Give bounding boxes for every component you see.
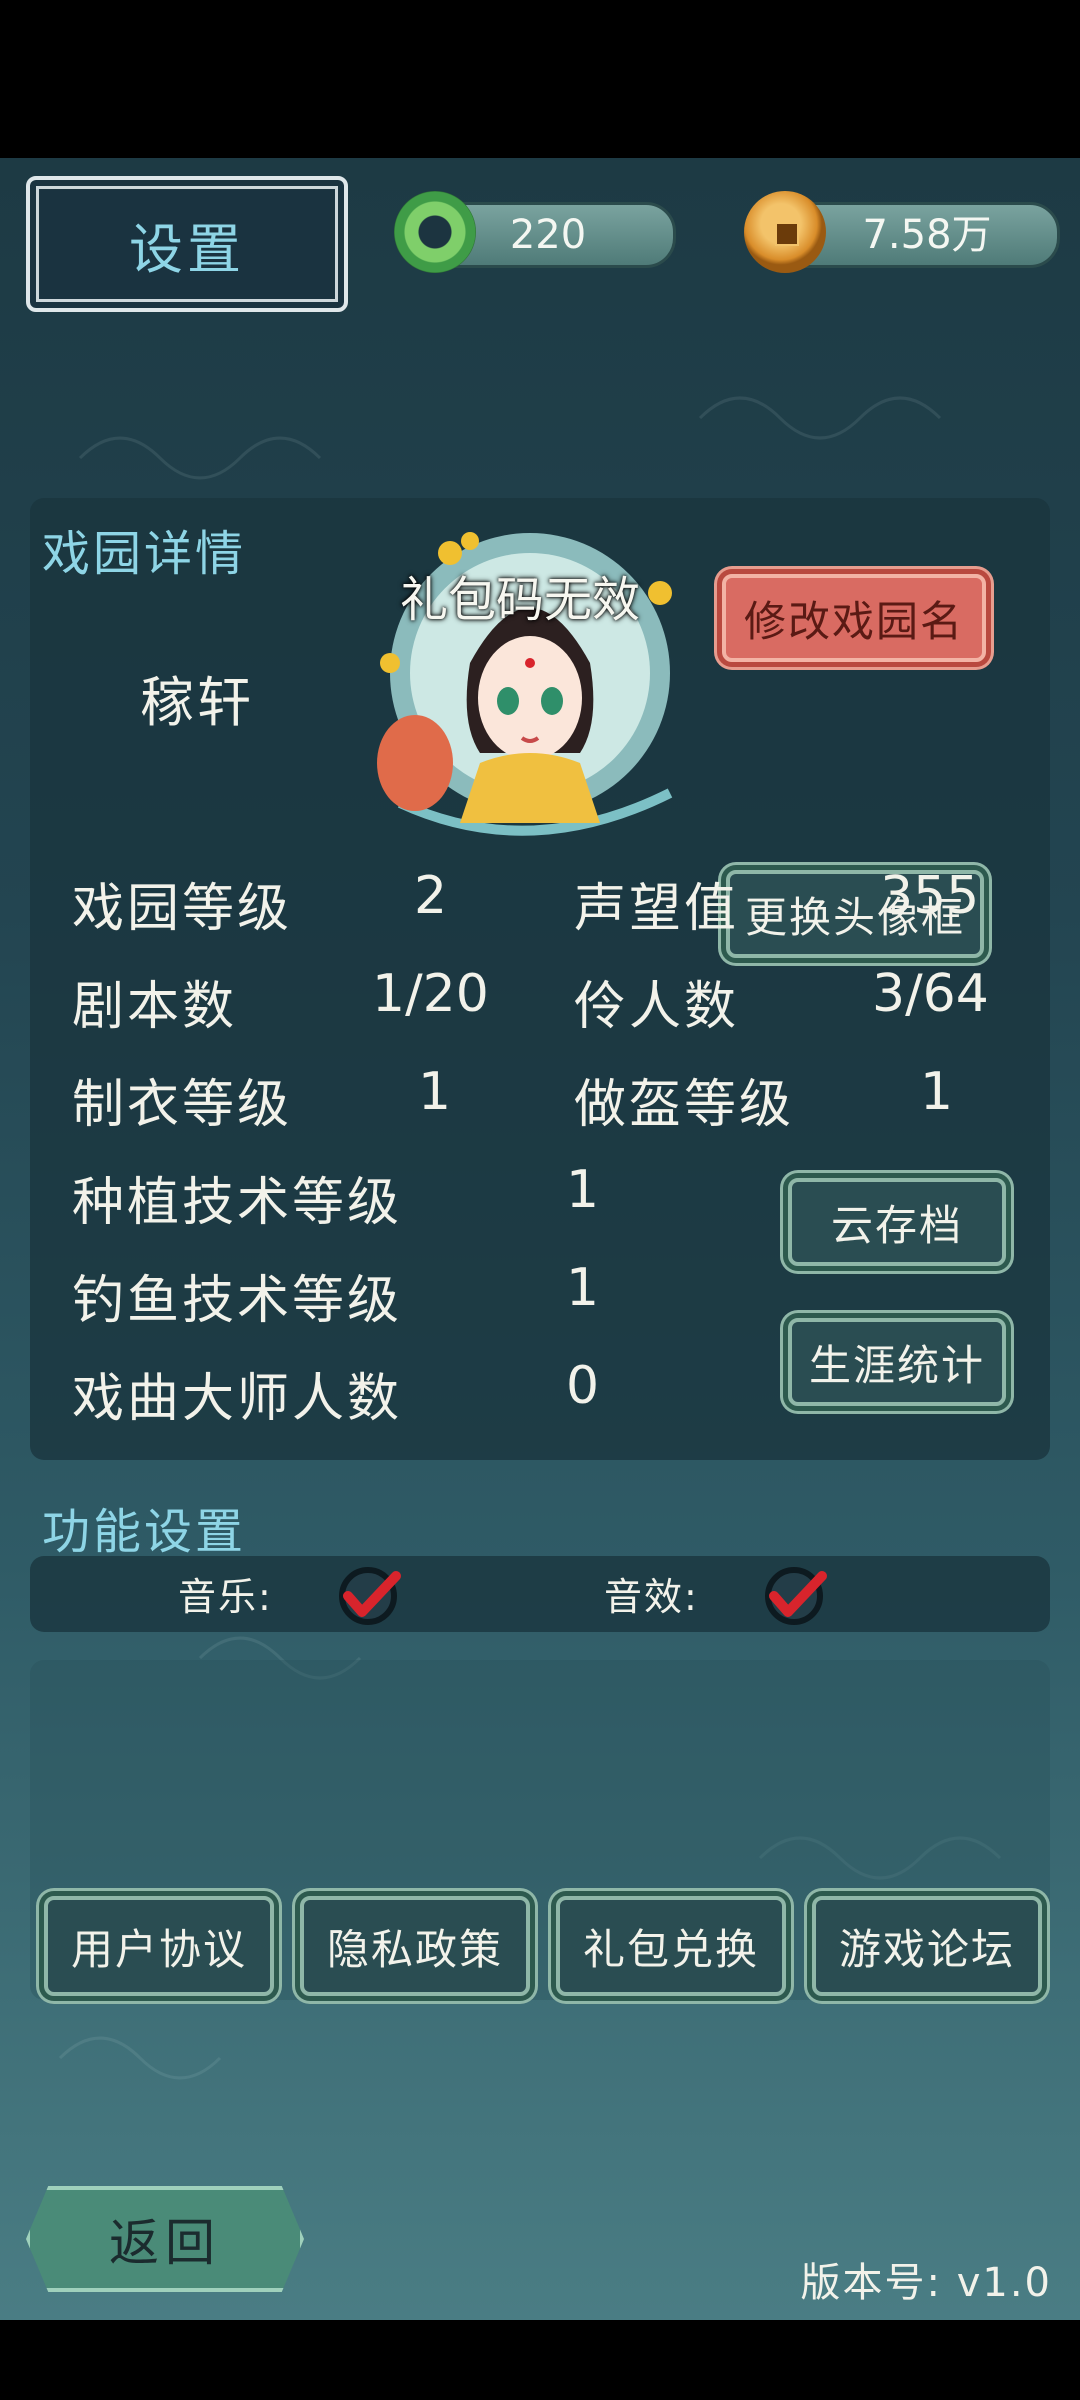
stat-value-reputation: 355 xyxy=(880,866,980,926)
stat-label-scripts: 剧本数 xyxy=(72,977,238,1037)
career-stats-button[interactable]: 生涯统计 xyxy=(788,1318,1006,1406)
stat-value-helmet-level: 1 xyxy=(920,1062,954,1122)
garden-name: 稼轩 xyxy=(140,671,254,734)
coin-count: 7.58万 xyxy=(862,212,992,258)
back-button[interactable]: 返回 xyxy=(26,2186,304,2292)
stat-label-opera-masters: 戏曲大师人数 xyxy=(72,1369,403,1429)
function-settings-title: 功能设置 xyxy=(42,1504,247,1560)
settings-screen: 设置 220 7.58万 戏园详情 稼轩 礼包码无效 修改戏园名 更换头像框 戏… xyxy=(0,158,1080,2320)
stat-label-reputation: 声望值 xyxy=(574,879,740,939)
music-toggle-checkbox[interactable] xyxy=(334,1556,408,1630)
stat-value-scripts: 1/20 xyxy=(372,964,489,1024)
stat-label-fishing-level: 钓鱼技术等级 xyxy=(72,1271,403,1331)
stat-label-actors: 伶人数 xyxy=(574,977,740,1037)
stat-value-opera-masters: 0 xyxy=(566,1356,600,1416)
stat-label-helmet-level: 做盔等级 xyxy=(574,1075,795,1135)
stat-value-fishing-level: 1 xyxy=(566,1258,600,1318)
stat-label-planting-level: 种植技术等级 xyxy=(72,1173,403,1233)
stat-value-actors: 3/64 xyxy=(872,964,989,1024)
music-label: 音乐: xyxy=(178,1575,273,1619)
jade-ring-icon xyxy=(394,191,476,273)
gift-redeem-button[interactable]: 礼包兑换 xyxy=(556,1896,786,1996)
stat-value-planting-level: 1 xyxy=(566,1160,600,1220)
stat-label-tailoring-level: 制衣等级 xyxy=(72,1075,293,1135)
copper-coin-icon xyxy=(744,191,826,273)
privacy-policy-button[interactable]: 隐私政策 xyxy=(300,1896,530,1996)
sfx-label: 音效: xyxy=(604,1575,699,1619)
user-agreement-button[interactable]: 用户协议 xyxy=(44,1896,274,1996)
stat-value-tailoring-level: 1 xyxy=(418,1062,452,1122)
stat-label-garden-level: 戏园等级 xyxy=(72,879,293,939)
toast-message: 礼包码无效 xyxy=(400,572,641,628)
version-label: 版本号: v1.0 xyxy=(800,2260,1052,2306)
garden-details-title: 戏园详情 xyxy=(42,526,247,582)
page-title: 设置 xyxy=(26,176,348,312)
game-forum-button[interactable]: 游戏论坛 xyxy=(812,1896,1042,1996)
sfx-toggle-checkbox[interactable] xyxy=(760,1556,834,1630)
stat-value-garden-level: 2 xyxy=(414,866,448,926)
rename-garden-button[interactable]: 修改戏园名 xyxy=(722,574,986,662)
cloud-save-button[interactable]: 云存档 xyxy=(788,1178,1006,1266)
